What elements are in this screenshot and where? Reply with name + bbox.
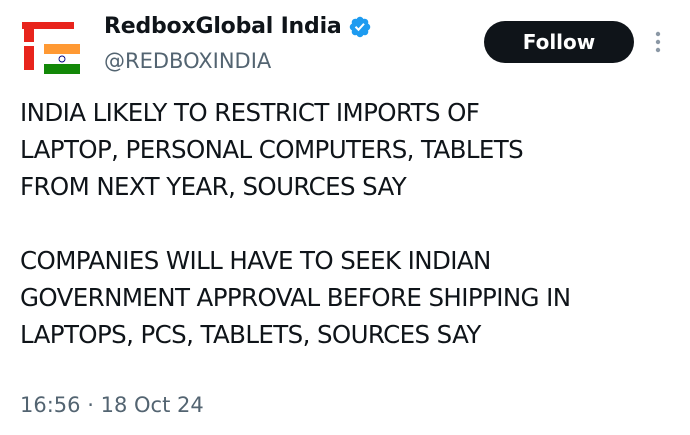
more-vertical-icon[interactable] [650, 28, 666, 56]
tweet-text-line: LAPTOPS, PCS, TABLETS, SOURCES SAY [20, 320, 481, 349]
tweet-text-line: GOVERNMENT APPROVAL BEFORE SHIPPING IN [20, 283, 571, 312]
display-name[interactable]: RedboxGlobal India [104, 14, 342, 39]
account-handle[interactable]: @REDBOXINDIA [104, 49, 271, 73]
follow-button[interactable]: Follow [484, 21, 634, 63]
tweet-date: 18 Oct 24 [100, 393, 204, 417]
tweet-text-line: FROM NEXT YEAR, SOURCES SAY [20, 172, 407, 201]
verified-badge-icon[interactable] [348, 15, 372, 39]
tweet-text-line: INDIA LIKELY TO RESTRICT IMPORTS OF [20, 98, 480, 127]
tweet-text: INDIA LIKELY TO RESTRICT IMPORTS OF LAPT… [20, 94, 680, 353]
timestamp-separator: · [87, 393, 94, 417]
india-flag-icon [44, 44, 80, 74]
tweet-text-line: COMPANIES WILL HAVE TO SEEK INDIAN [20, 246, 491, 275]
tweet-timestamp[interactable]: 16:56 · 18 Oct 24 [20, 393, 204, 417]
account-name-row: RedboxGlobal India [104, 14, 372, 39]
tweet-time: 16:56 [20, 393, 81, 417]
tweet-card: RedboxGlobal India @REDBOXINDIA Follow I… [0, 0, 690, 435]
tweet-text-line: LAPTOP, PERSONAL COMPUTERS, TABLETS [20, 135, 524, 164]
avatar[interactable] [22, 22, 80, 74]
